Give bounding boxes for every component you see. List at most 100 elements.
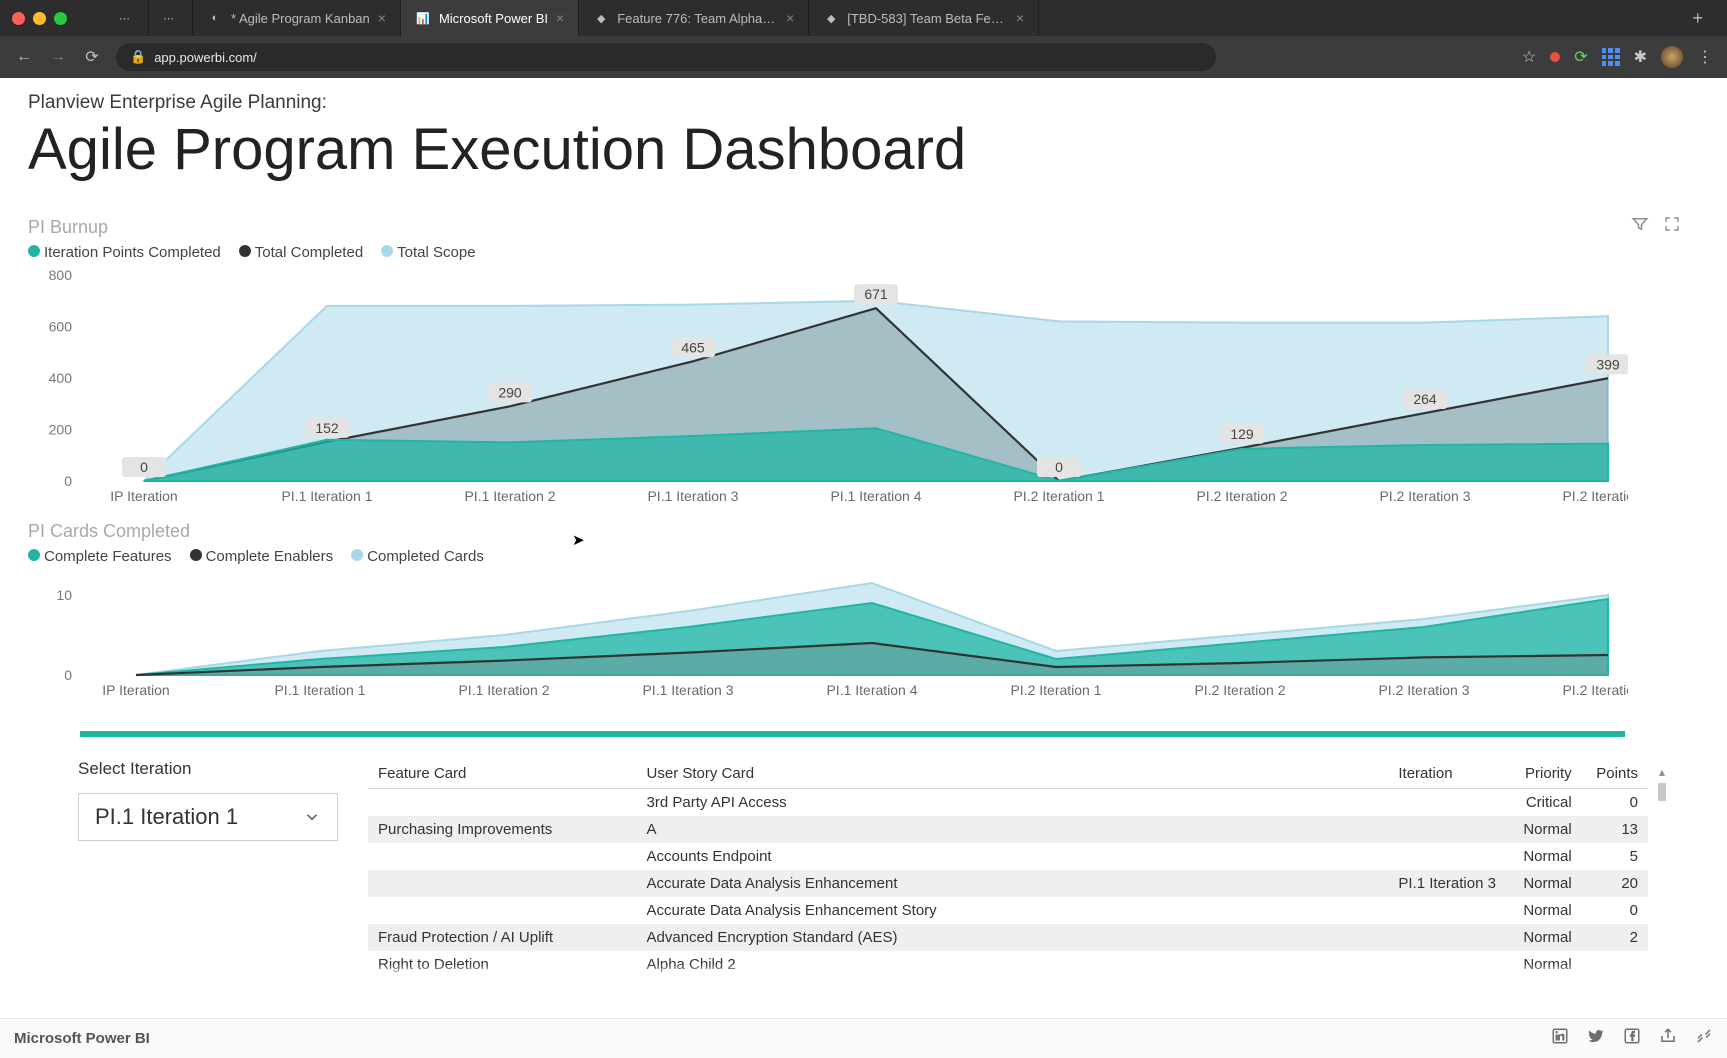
share-icon[interactable] bbox=[1659, 1027, 1677, 1050]
browser-tab[interactable]: ◆ [TBD-583] Team Beta Feature × bbox=[809, 0, 1039, 36]
table-row[interactable]: Accurate Data Analysis Enhancement Story… bbox=[368, 897, 1648, 924]
nav-forward-icon[interactable]: → bbox=[48, 48, 68, 66]
x-tick-label: IP Iteration bbox=[110, 488, 177, 504]
cards-chart-svg[interactable]: 010IP IterationPI.1 Iteration 1PI.1 Iter… bbox=[28, 571, 1628, 701]
svg-text:290: 290 bbox=[498, 384, 522, 400]
viz-pi-burnup[interactable]: PI Burnup Iteration Points CompletedTota… bbox=[28, 217, 1699, 507]
window-close-dot[interactable] bbox=[12, 12, 25, 25]
browser-tab[interactable]: ◐ * Agile Program Kanban × bbox=[193, 0, 401, 36]
slicer-dropdown[interactable]: PI.1 Iteration 1 bbox=[78, 793, 338, 841]
fullscreen-icon[interactable] bbox=[1695, 1027, 1713, 1050]
table-cell bbox=[1388, 924, 1506, 951]
tab-title: * Agile Program Kanban bbox=[231, 11, 370, 26]
table-cell: Normal bbox=[1507, 843, 1582, 870]
data-label: 290 bbox=[488, 382, 532, 402]
tab-close-icon[interactable]: × bbox=[1016, 10, 1024, 26]
x-tick-label: PI.2 Iteration 4 bbox=[1562, 488, 1628, 504]
table-row[interactable]: Accurate Data Analysis EnhancementPI.1 I… bbox=[368, 870, 1648, 897]
filter-icon[interactable] bbox=[1631, 215, 1649, 238]
twitter-share-icon[interactable] bbox=[1587, 1027, 1605, 1050]
table-row[interactable]: Accounts Endpoint Normal5 bbox=[368, 843, 1648, 870]
profile-avatar-icon[interactable] bbox=[1661, 46, 1683, 68]
table-header-cell[interactable]: Iteration bbox=[1388, 759, 1506, 789]
address-omnibox[interactable]: 🔒 app.powerbi.com/ bbox=[116, 43, 1216, 71]
legend-item[interactable]: Complete Enablers bbox=[190, 548, 334, 565]
footer-page-tab[interactable]: Microsoft Power BI bbox=[14, 1030, 150, 1047]
iteration-slicer[interactable]: Select Iteration PI.1 Iteration 1 bbox=[78, 759, 338, 978]
scroll-up-icon[interactable]: ▴ bbox=[1659, 765, 1665, 779]
x-tick-label: PI.1 Iteration 1 bbox=[274, 682, 365, 698]
tab-close-icon[interactable]: × bbox=[556, 10, 564, 26]
table-row[interactable]: 3rd Party API AccessCritical0 bbox=[368, 789, 1648, 817]
legend-item[interactable]: Total Completed bbox=[239, 244, 363, 261]
data-label: 129 bbox=[1220, 424, 1264, 444]
svg-text:399: 399 bbox=[1596, 356, 1620, 372]
table-scrollbar[interactable]: ▴ ▾ bbox=[1654, 765, 1670, 801]
y-tick-label: 0 bbox=[64, 667, 72, 683]
x-tick-label: PI.2 Iteration 1 bbox=[1010, 682, 1101, 698]
table-header-cell[interactable]: User Story Card bbox=[637, 759, 1389, 789]
linkedin-share-icon[interactable] bbox=[1551, 1027, 1569, 1050]
window-minimize-dot[interactable] bbox=[33, 12, 46, 25]
x-tick-label: PI.1 Iteration 4 bbox=[830, 488, 921, 504]
extension-icon-2[interactable]: ⟳ bbox=[1574, 47, 1587, 67]
feature-table[interactable]: Feature CardUser Story CardIterationPrio… bbox=[368, 759, 1648, 978]
browser-tab[interactable]: ◆ Feature 776: Team Alpha Featu × bbox=[579, 0, 809, 36]
browser-tab[interactable]: ⋯ bbox=[149, 0, 193, 36]
extension-indicator-icon[interactable] bbox=[1550, 52, 1560, 62]
table-cell: Normal bbox=[1507, 870, 1582, 897]
tab-close-icon[interactable]: × bbox=[378, 10, 386, 26]
scroll-thumb[interactable] bbox=[1658, 783, 1666, 801]
bookmark-star-icon[interactable]: ☆ bbox=[1522, 47, 1536, 67]
table-header-cell[interactable]: Feature Card bbox=[368, 759, 637, 789]
data-label: 0 bbox=[1037, 457, 1081, 477]
tab-title: Feature 776: Team Alpha Featu bbox=[617, 11, 778, 26]
browser-tab[interactable]: 📊 Microsoft Power BI × bbox=[401, 0, 579, 36]
svg-text:0: 0 bbox=[140, 459, 148, 475]
svg-text:264: 264 bbox=[1413, 391, 1437, 407]
x-tick-label: PI.1 Iteration 1 bbox=[281, 488, 372, 504]
apps-grid-icon[interactable] bbox=[1602, 48, 1620, 66]
focus-mode-icon[interactable] bbox=[1663, 215, 1681, 238]
table-cell: 5 bbox=[1582, 843, 1648, 870]
table-cell bbox=[368, 870, 637, 897]
slicer-value: PI.1 Iteration 1 bbox=[95, 804, 238, 830]
table-cell: 3rd Party API Access bbox=[637, 789, 1389, 817]
browser-tab[interactable]: ⋯ bbox=[105, 0, 149, 36]
table-cell: Accurate Data Analysis Enhancement Story bbox=[637, 897, 1389, 924]
accent-divider bbox=[80, 731, 1625, 737]
legend-item[interactable]: Completed Cards bbox=[351, 548, 484, 565]
browser-menu-icon[interactable]: ⋮ bbox=[1697, 47, 1713, 67]
burnup-chart-svg[interactable]: 0200400600800 0 152 290 465 671 0 129 bbox=[28, 267, 1628, 507]
legend-item[interactable]: Complete Features bbox=[28, 548, 172, 565]
viz-pi-cards[interactable]: PI Cards Completed Complete Features Comp… bbox=[28, 521, 1699, 701]
table-header-cell[interactable]: Priority bbox=[1507, 759, 1582, 789]
legend-item[interactable]: Total Scope bbox=[381, 244, 475, 261]
extensions-puzzle-icon[interactable]: ✱ bbox=[1634, 47, 1647, 67]
x-tick-label: PI.2 Iteration 4 bbox=[1562, 682, 1628, 698]
x-tick-label: PI.1 Iteration 2 bbox=[464, 488, 555, 504]
legend-label: Iteration Points Completed bbox=[44, 244, 221, 261]
nav-reload-icon[interactable]: ⟳ bbox=[82, 47, 102, 67]
table-row[interactable]: Purchasing ImprovementsANormal13 bbox=[368, 816, 1648, 843]
tab-favicon: 📊 bbox=[415, 10, 431, 26]
data-label: 465 bbox=[671, 337, 715, 357]
table-cell: A bbox=[637, 816, 1389, 843]
viz-title: PI Cards Completed bbox=[28, 521, 1699, 542]
table-header-cell[interactable]: Points bbox=[1582, 759, 1648, 789]
legend-label: Completed Cards bbox=[367, 548, 484, 565]
nav-back-icon[interactable]: ← bbox=[14, 48, 34, 66]
legend-swatch bbox=[28, 549, 40, 561]
tab-close-icon[interactable]: × bbox=[786, 10, 794, 26]
new-tab-button[interactable]: + bbox=[1680, 8, 1715, 29]
window-zoom-dot[interactable] bbox=[54, 12, 67, 25]
legend-item[interactable]: Iteration Points Completed bbox=[28, 244, 221, 261]
tab-title: Microsoft Power BI bbox=[439, 11, 548, 26]
table-cell: Accounts Endpoint bbox=[637, 843, 1389, 870]
y-tick-label: 400 bbox=[49, 370, 73, 386]
table-row[interactable]: Fraud Protection / AI UpliftAdvanced Enc… bbox=[368, 924, 1648, 951]
tab-favicon: ◆ bbox=[593, 10, 609, 26]
legend-swatch bbox=[351, 549, 363, 561]
report-footer: Microsoft Power BI bbox=[0, 1018, 1727, 1058]
facebook-share-icon[interactable] bbox=[1623, 1027, 1641, 1050]
